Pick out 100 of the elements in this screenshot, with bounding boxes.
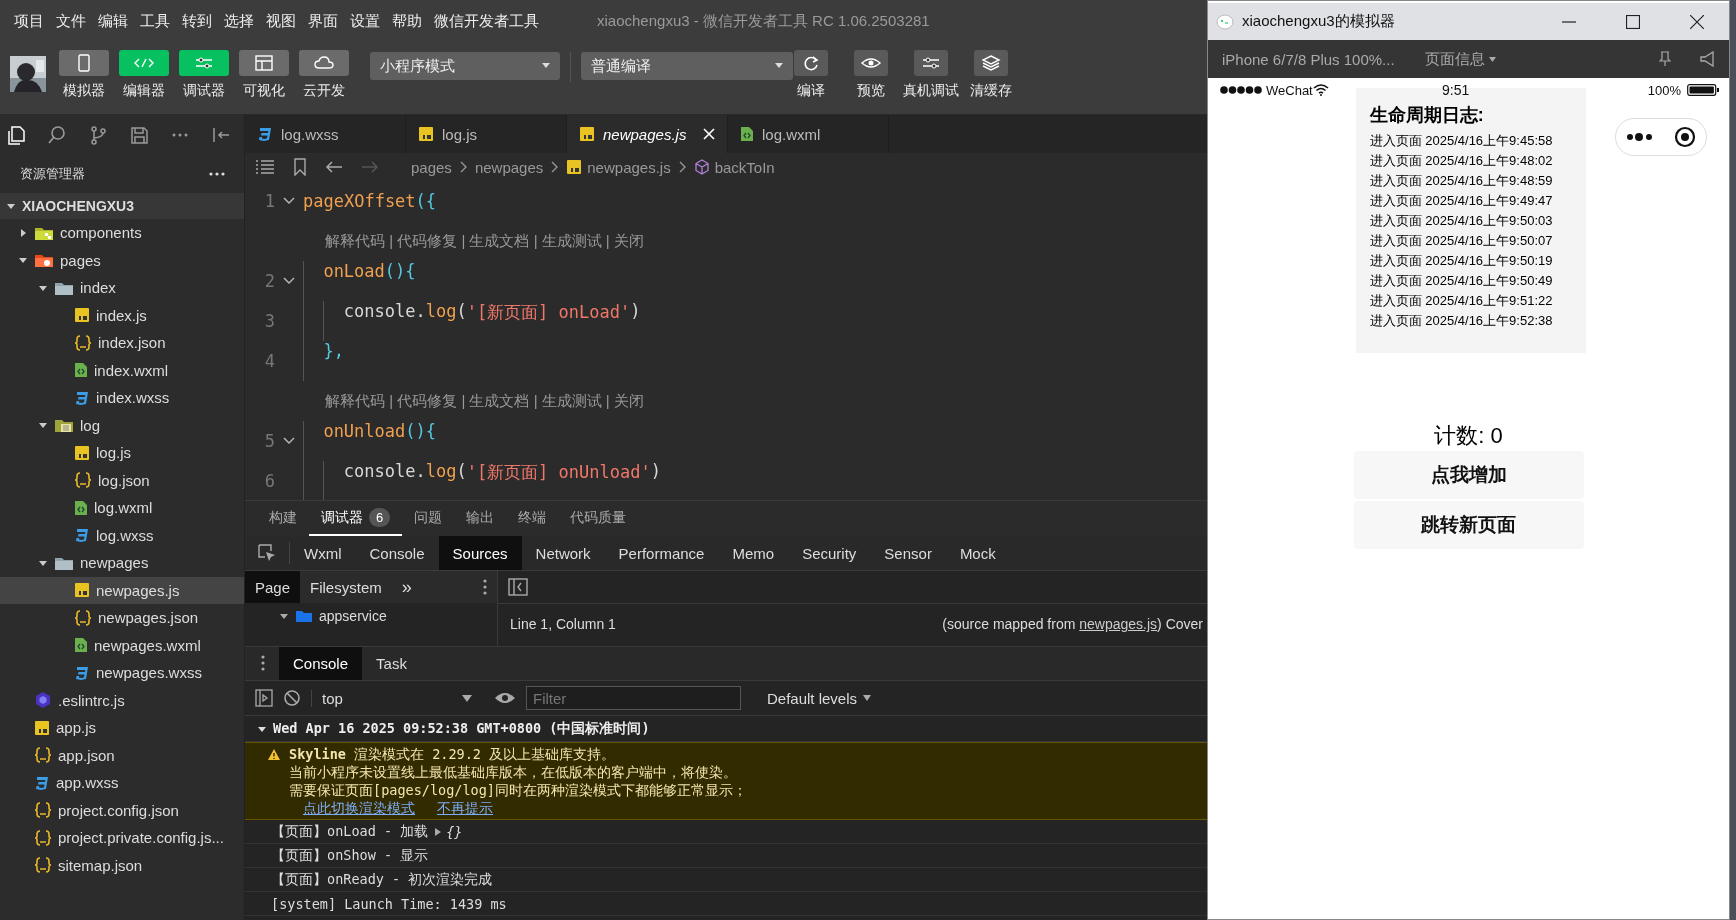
console-link[interactable]: 不再提示: [437, 800, 493, 816]
dropdown[interactable]: 小程序模式: [370, 52, 560, 80]
more-tabs-button[interactable]: »: [391, 571, 422, 603]
folder-item[interactable]: pages: [0, 246, 244, 274]
console-link[interactable]: 点此切换渲染模式: [303, 800, 415, 816]
context-dropdown[interactable]: top: [311, 689, 476, 707]
action-button[interactable]: [914, 50, 948, 76]
menu-item[interactable]: 设置: [344, 7, 386, 35]
more-icon[interactable]: [208, 171, 226, 177]
breadcrumb-item[interactable]: newpages: [474, 158, 544, 176]
filter-field[interactable]: Filter: [526, 686, 741, 710]
chevron-down-icon[interactable]: [6, 201, 16, 211]
files-icon[interactable]: [6, 124, 27, 146]
file-item[interactable]: index.js: [0, 301, 244, 329]
tree-item[interactable]: appservice: [245, 603, 497, 629]
file-item[interactable]: .eslintrc.js: [0, 686, 244, 714]
devtools-tab[interactable]: Performance: [604, 536, 719, 570]
panel-tab[interactable]: 构建: [257, 501, 309, 536]
fold-chevron-icon[interactable]: [283, 277, 295, 285]
console-tab[interactable]: Console: [279, 647, 363, 680]
file-item[interactable]: index.wxml: [0, 356, 244, 384]
file-item[interactable]: project.private.config.js...: [0, 824, 244, 852]
close-icon[interactable]: [1690, 15, 1704, 29]
list-icon[interactable]: [255, 159, 275, 175]
save-icon[interactable]: [129, 124, 150, 146]
devtools-tab[interactable]: Mock: [945, 536, 1010, 570]
navigator-tab[interactable]: Page: [245, 571, 301, 603]
folder-item[interactable]: newpages: [0, 549, 244, 577]
menu-item[interactable]: 界面: [302, 7, 344, 35]
tool-button[interactable]: [239, 50, 289, 76]
action-button[interactable]: 跳转新页面: [1353, 501, 1584, 549]
devtools-tab[interactable]: Memo: [718, 536, 789, 570]
folder-item[interactable]: components: [0, 219, 244, 247]
devtools-tab[interactable]: Wxml: [290, 536, 356, 570]
menu-item[interactable]: 转到: [176, 7, 218, 35]
pin-icon[interactable]: [1659, 51, 1671, 67]
menu-item[interactable]: 项目: [8, 7, 50, 35]
menu-item[interactable]: 编辑: [92, 7, 134, 35]
more-icon[interactable]: [483, 579, 487, 595]
navigator-tab[interactable]: Filesystem: [300, 571, 392, 603]
chevron-down-icon[interactable]: [279, 611, 289, 621]
menu-item[interactable]: 视图: [260, 7, 302, 35]
sidebar-icon[interactable]: [255, 689, 273, 707]
file-item[interactable]: log.wxss: [0, 521, 244, 549]
menu-item[interactable]: 帮助: [386, 7, 428, 35]
file-item[interactable]: newpages.json: [0, 604, 244, 632]
devtools-tab[interactable]: Sources: [438, 536, 522, 570]
object-preview[interactable]: {}: [434, 823, 463, 840]
devtools-tab[interactable]: Console: [355, 536, 439, 570]
tool-button[interactable]: [59, 50, 109, 76]
clear-icon[interactable]: [283, 689, 301, 707]
panel-tab[interactable]: 问题: [402, 501, 455, 536]
branch-icon[interactable]: [88, 124, 109, 146]
folder-item[interactable]: log: [0, 411, 244, 439]
file-item[interactable]: index.wxss: [0, 384, 244, 412]
breadcrumb-item[interactable]: pages: [411, 158, 452, 176]
devtools-tab[interactable]: Sensor: [870, 536, 946, 570]
more-icon[interactable]: [261, 655, 265, 671]
menu-item[interactable]: 文件: [50, 7, 92, 35]
devtools-tab[interactable]: Network: [521, 536, 605, 570]
action-button[interactable]: [794, 50, 828, 76]
search-icon[interactable]: [47, 124, 68, 146]
panel-tab[interactable]: 代码质量: [558, 501, 639, 536]
devtools-tab[interactable]: Security: [788, 536, 871, 570]
file-item[interactable]: log.json: [0, 466, 244, 494]
file-item[interactable]: app.js: [0, 714, 244, 742]
action-button[interactable]: 点我增加: [1353, 451, 1584, 499]
file-item[interactable]: project.config.json: [0, 796, 244, 824]
action-button[interactable]: [854, 50, 888, 76]
dropdown[interactable]: 普通编译: [581, 52, 793, 80]
back-arrow-icon[interactable]: [325, 160, 343, 174]
code-lens-actions[interactable]: 解释代码 | 代码修复 | 生成文档 | 生成测试 | 关闭: [245, 391, 644, 411]
file-item[interactable]: log.wxml: [0, 494, 244, 522]
folder-item[interactable]: index: [0, 274, 244, 302]
file-item[interactable]: newpages.wxml: [0, 631, 244, 659]
device-selector[interactable]: iPhone 6/7/8 Plus 100%...: [1222, 50, 1395, 68]
inspect-icon[interactable]: [257, 543, 277, 563]
panel-tab[interactable]: 终端: [506, 501, 559, 536]
fold-chevron-icon[interactable]: [283, 437, 295, 445]
file-item[interactable]: log.js: [0, 439, 244, 467]
bookmark-icon[interactable]: [293, 158, 307, 176]
editor-tab[interactable]: log.wxss: [245, 115, 406, 153]
panel-tab[interactable]: 输出: [454, 501, 507, 536]
file-item[interactable]: index.json: [0, 329, 244, 357]
file-item[interactable]: app.wxss: [0, 769, 244, 797]
eye-icon[interactable]: [494, 691, 516, 705]
editor-tab[interactable]: log.wxml: [728, 115, 889, 153]
file-link[interactable]: newpages.js: [1079, 616, 1158, 632]
speaker-icon[interactable]: [1699, 51, 1715, 67]
sidebar-toggle-icon[interactable]: [508, 578, 528, 596]
page-info-menu[interactable]: 页面信息: [1424, 49, 1496, 69]
levels-dropdown[interactable]: Default levels: [767, 689, 872, 707]
breadcrumb-item[interactable]: newpages.js: [566, 158, 671, 176]
console-tab[interactable]: Task: [362, 647, 421, 680]
maximize-icon[interactable]: [1626, 15, 1640, 29]
file-item[interactable]: app.json: [0, 741, 244, 769]
file-item[interactable]: newpages.js: [0, 576, 244, 604]
file-item[interactable]: sitemap.json: [0, 851, 244, 879]
chevron-right-icon[interactable]: [18, 227, 28, 238]
tool-button[interactable]: [299, 50, 349, 76]
